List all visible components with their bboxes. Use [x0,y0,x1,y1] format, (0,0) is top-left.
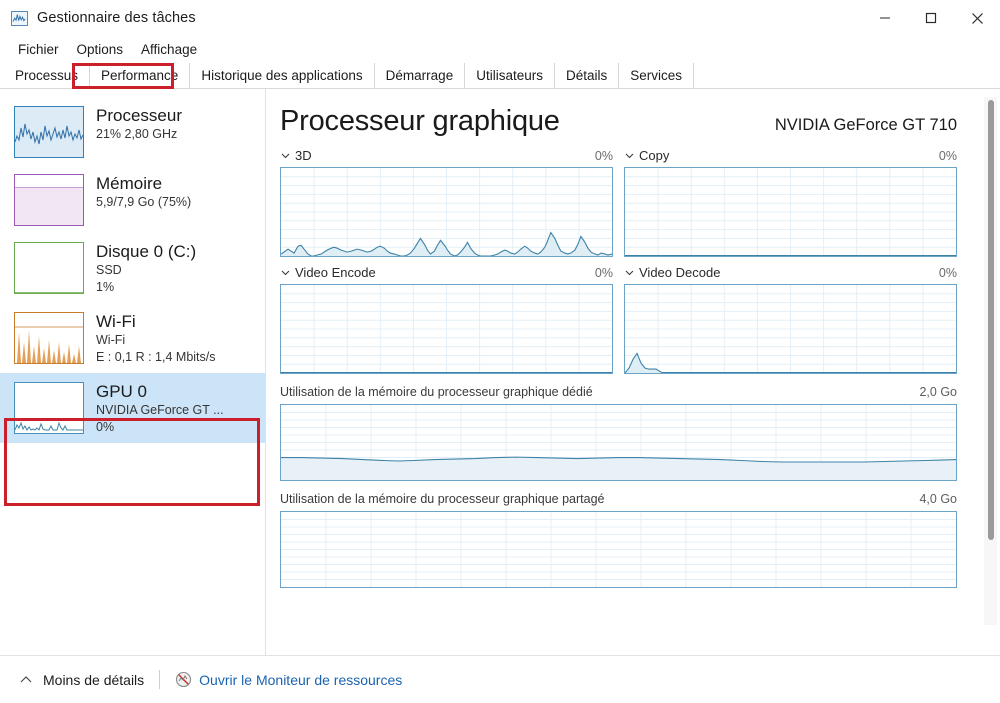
sidebar-item-sub1: Wi-Fi [96,333,126,347]
shared-memory-section: Utilisation de la mémoire du processeur … [280,490,982,588]
panel-header: Processeur graphique NVIDIA GeForce GT 7… [280,89,982,140]
graph-value: 0% [938,265,957,280]
tab-performance[interactable]: Performance [90,63,191,88]
menu-item-fichier[interactable]: Fichier [9,40,68,59]
graph-caption-video-decode: Video Decode 0% [624,263,957,282]
scrollbar-thumb[interactable] [988,100,994,540]
window-controls [862,0,1000,36]
graph-caption-3d: 3D 0% [280,146,613,165]
tab-bar: Processus Performance Historique des app… [0,63,1000,89]
graph-label: 3D [295,148,312,163]
graph-label: Video Decode [639,265,721,280]
open-resource-monitor-link[interactable]: Ouvrir le Moniteur de ressources [199,672,402,688]
status-bar: Moins de détails Ouvrir le Moniteur de r… [0,655,1000,703]
menu-item-affichage[interactable]: Affichage [132,40,206,59]
sidebar-item-sub1: SSD [96,263,122,277]
graph-copy [624,167,957,257]
chevron-up-icon[interactable] [18,672,34,688]
sidebar-item-title: GPU 0 [96,382,148,401]
sidebar-item-memoire[interactable]: Mémoire 5,9/7,9 Go (75%) [0,165,265,233]
menu-item-options[interactable]: Options [68,40,133,59]
memory-label: Utilisation de la mémoire du processeur … [280,385,593,399]
graph-value: 0% [594,265,613,280]
chevron-down-icon[interactable] [280,150,291,161]
status-separator [159,670,161,689]
sidebar-item-disque-0-c[interactable]: Disque 0 (C:) SSD 1% [0,233,265,303]
graph-label: Video Encode [295,265,376,280]
close-button[interactable] [954,0,1000,36]
cpu-thumbnail-graph [14,106,84,158]
resource-monitor-icon [175,671,192,688]
dedicated-memory-caption: Utilisation de la mémoire du processeur … [280,383,957,401]
content-area: Processeur 21% 2,80 GHz Mémoire 5,9/7,9 … [0,89,1000,655]
graph-video-encode [280,284,613,374]
sidebar-item-sub2: 0% [96,420,115,434]
tab-processus[interactable]: Processus [4,63,91,88]
tab-demarrage[interactable]: Démarrage [374,63,466,88]
chevron-down-icon[interactable] [624,150,635,161]
tab-services[interactable]: Services [619,63,695,88]
sidebar-item-wifi[interactable]: Wi-Fi Wi-Fi E : 0,1 R : 1,4 Mbits/s [0,303,265,373]
sidebar-item-processeur[interactable]: Processeur 21% 2,80 GHz [0,97,265,165]
graph-label: Copy [639,148,670,163]
sidebar-item-sub2: 1% [96,280,115,294]
gpu-performance-panel: Processeur graphique NVIDIA GeForce GT 7… [266,89,1000,655]
task-manager-chart-icon [11,10,28,26]
graph-video-decode [624,284,957,374]
menu-bar: Fichier Options Affichage [0,36,1000,63]
sidebar-item-sub1: NVIDIA GeForce GT ... [96,403,224,417]
tab-details[interactable]: Détails [554,63,620,88]
memory-label: Utilisation de la mémoire du processeur … [280,492,605,506]
graph-value: 0% [594,148,613,163]
performance-sidebar: Processeur 21% 2,80 GHz Mémoire 5,9/7,9 … [0,89,266,655]
shared-memory-caption: Utilisation de la mémoire du processeur … [280,490,957,508]
memory-thumbnail-graph [14,174,84,226]
disk-thumbnail-graph [14,242,84,294]
sidebar-item-title: Wi-Fi [96,312,136,331]
window-title: Gestionnaire des tâches [37,10,196,26]
memory-value: 2,0 Go [919,385,957,399]
less-details-button[interactable]: Moins de détails [43,672,144,688]
tab-utilisateurs[interactable]: Utilisateurs [465,63,555,88]
sidebar-item-gpu-0[interactable]: GPU 0 NVIDIA GeForce GT ... 0% [0,373,265,443]
wifi-thumbnail-graph [14,312,84,364]
device-name: NVIDIA GeForce GT 710 [774,116,957,134]
sidebar-item-sub1: 5,9/7,9 Go (75%) [96,195,192,209]
graph-cell-video-encode: Video Encode 0% [280,263,613,374]
graph-shared-memory [280,511,957,588]
graph-caption-copy: Copy 0% [624,146,957,165]
graph-value: 0% [938,148,957,163]
chevron-down-icon[interactable] [624,267,635,278]
graph-row-1: 3D 0% Copy 0% [280,146,982,257]
tab-historique-applications[interactable]: Historique des applications [190,63,375,88]
page-title: Processeur graphique [280,105,560,137]
vertical-scrollbar[interactable] [984,97,997,625]
sidebar-item-title: Processeur [96,106,182,125]
sidebar-item-sub1: 21% 2,80 GHz [96,127,178,141]
title-bar: Gestionnaire des tâches [0,0,1000,36]
graph-cell-video-decode: Video Decode 0% [624,263,957,374]
maximize-button[interactable] [908,0,954,36]
sidebar-item-title: Mémoire [96,174,163,193]
graph-caption-video-encode: Video Encode 0% [280,263,613,282]
sidebar-item-title: Disque 0 (C:) [96,242,197,261]
graph-3d [280,167,613,257]
graph-cell-3d: 3D 0% [280,146,613,257]
graph-dedicated-memory [280,404,957,481]
gpu-thumbnail-graph [14,382,84,434]
graph-cell-copy: Copy 0% [624,146,957,257]
sidebar-item-sub2: E : 0,1 R : 1,4 Mbits/s [96,350,216,364]
chevron-down-icon[interactable] [280,267,291,278]
dedicated-memory-section: Utilisation de la mémoire du processeur … [280,383,982,481]
graph-row-2: Video Encode 0% Video Decode 0% [280,263,982,374]
memory-value: 4,0 Go [919,492,957,506]
task-manager-window: Gestionnaire des tâches Fichier Options … [0,0,1000,703]
minimize-button[interactable] [862,0,908,36]
